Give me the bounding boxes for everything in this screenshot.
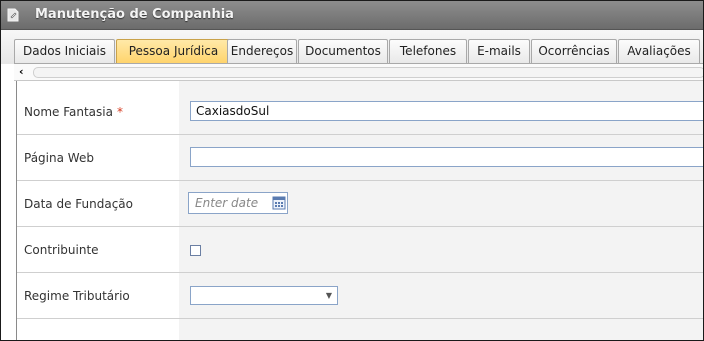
tab-scrollbar[interactable] — [33, 67, 703, 78]
tab-label: Avaliações — [627, 44, 691, 58]
row-pagina-web: Página Web — [17, 135, 703, 181]
nome-fantasia-input[interactable] — [190, 101, 703, 121]
tab-dados-iniciais[interactable]: Dados Iniciais — [14, 39, 115, 63]
required-marker: * — [116, 104, 123, 119]
tab-avaliacoes[interactable]: Avaliações — [618, 39, 700, 63]
tab-label: E-mails — [477, 44, 521, 58]
tab-label: Endereços — [230, 44, 294, 58]
tab-ocorrencias[interactable]: Ocorrências — [531, 39, 617, 63]
tab-pessoa-juridica[interactable]: Pessoa Jurídica — [116, 39, 231, 64]
tab-label: Dados Iniciais — [23, 44, 106, 58]
tab-scroller: ‹ — [14, 64, 703, 81]
contribuinte-checkbox[interactable] — [190, 245, 201, 256]
tab-enderecos[interactable]: Endereços — [227, 39, 297, 63]
row-data-fundacao: Data de Fundação — [17, 181, 703, 227]
date-field — [188, 192, 288, 214]
nome-fantasia-label: Nome Fantasia * — [24, 104, 123, 119]
pagina-web-input[interactable] — [190, 147, 703, 167]
title-bar: Manutenção de Companhia — [1, 1, 703, 30]
tab-documentos[interactable]: Documentos — [298, 39, 388, 63]
row-regime-tributario: Regime Tributário ▼ — [17, 273, 703, 319]
data-fundacao-input[interactable] — [189, 193, 269, 213]
calendar-icon[interactable] — [272, 195, 286, 211]
tab-label: Telefones — [399, 44, 457, 58]
row-nome-fantasia: Nome Fantasia * — [17, 89, 703, 135]
chevron-down-icon[interactable]: ▼ — [326, 291, 332, 300]
pagina-web-label: Página Web — [24, 150, 94, 165]
tab-strip: Dados Iniciais Pessoa Jurídica Endereços… — [1, 30, 703, 64]
company-maintenance-window: Manutenção de Companhia Dados Iniciais P… — [0, 0, 704, 341]
row-contribuinte: Contribuinte — [17, 227, 703, 273]
regime-tributario-label: Regime Tributário — [24, 288, 130, 303]
tab-label: Ocorrências — [538, 44, 610, 58]
regime-tributario-select[interactable]: ▼ — [190, 286, 338, 305]
tab-label: Documentos — [305, 44, 381, 58]
tab-emails[interactable]: E-mails — [468, 39, 530, 63]
tab-label: Pessoa Jurídica — [128, 44, 219, 58]
contribuinte-label: Contribuinte — [24, 242, 99, 257]
tab-telefones[interactable]: Telefones — [389, 39, 467, 63]
chevron-left-icon[interactable]: ‹ — [19, 64, 24, 80]
data-fundacao-label: Data de Fundação — [24, 196, 134, 211]
window-title: Manutenção de Companhia — [35, 7, 234, 22]
document-edit-icon — [7, 8, 19, 22]
